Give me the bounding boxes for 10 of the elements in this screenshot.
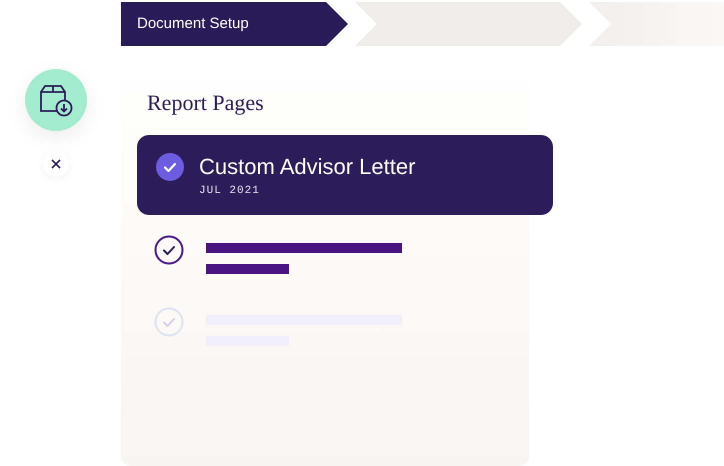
panel-title: Report Pages [147, 89, 264, 117]
checked-icon[interactable] [156, 153, 184, 181]
check-circle-icon[interactable] [154, 235, 184, 265]
close-icon [50, 159, 60, 169]
progress-step[interactable]: Document Setup [121, 2, 348, 46]
page-title: Custom Advisor Letter [199, 153, 416, 181]
selected-page-card[interactable]: Custom Advisor Letter JUL 2021 [137, 135, 553, 215]
box-download-icon [38, 83, 74, 117]
page-date: JUL 2021 [199, 184, 261, 198]
close-button[interactable] [42, 151, 68, 177]
